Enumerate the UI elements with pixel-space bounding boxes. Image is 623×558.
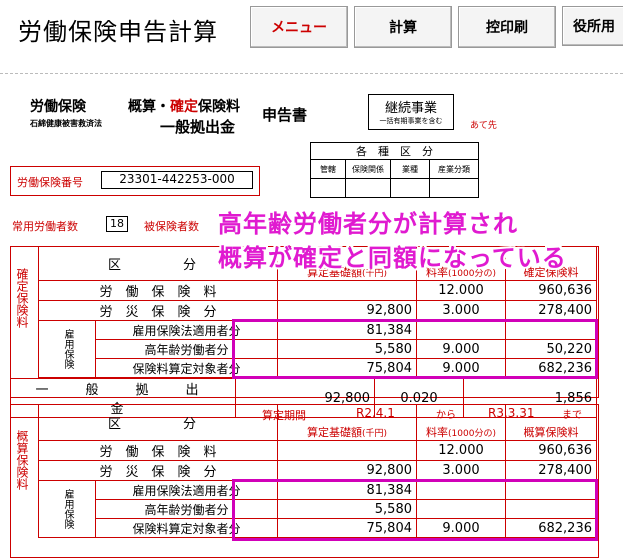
table-row: 労 働 保 険 料 12.000 960,636 bbox=[38, 280, 597, 301]
calculate-button[interactable]: 計算 bbox=[354, 6, 452, 48]
table-row: 労 災 保 険 分 92,800 3.000 278,400 bbox=[38, 460, 597, 481]
form-title-asbestos: 石綿健康被害救済法 bbox=[30, 119, 102, 128]
menu-button[interactable]: メニュー bbox=[250, 6, 348, 48]
form-title-doc: 申告書 bbox=[262, 106, 308, 124]
employees-label: 常用労働者数 bbox=[12, 220, 78, 233]
annotation-line-1: 高年齢労働者分が計算され bbox=[218, 210, 518, 238]
app-title: 労働保険申告計算 bbox=[18, 18, 218, 46]
table-row: 労 働 保 険 料 12.000 960,636 bbox=[38, 440, 597, 461]
continuous-business-box: 継続事業 一括有期事業を含む bbox=[368, 94, 454, 130]
insurance-number-field[interactable]: 23301-442253-000 bbox=[101, 171, 253, 189]
office-copy-button[interactable]: 役所用 bbox=[562, 6, 623, 46]
form-title-general: 一般拠出金 bbox=[160, 118, 236, 136]
table-row: 労 災 保 険 分 92,800 3.000 278,400 bbox=[38, 300, 597, 321]
annotation-line-2: 概算が確定と同額になっている bbox=[218, 244, 567, 272]
insurance-number-box: 労働保険番号 23301-442253-000 bbox=[10, 166, 260, 196]
gaisan-side-label: 概算保険料 bbox=[15, 430, 29, 490]
kakutei-side-label: 確定保険料 bbox=[15, 268, 29, 328]
form-title-labor: 労働保険 bbox=[30, 99, 86, 115]
gaisan-highlight bbox=[232, 479, 598, 541]
kakutei-highlight bbox=[232, 319, 598, 379]
print-copy-button[interactable]: 控印刷 bbox=[458, 6, 556, 48]
header-separator bbox=[0, 73, 623, 74]
insured-label: 被保険者数 bbox=[144, 220, 199, 233]
form-title-mid: 概算・確定保険料 bbox=[128, 99, 240, 115]
class-table: 各 種 区 分 管轄 保険関係 業種 産業分類 bbox=[310, 142, 479, 198]
addressee-label: あて先 bbox=[470, 121, 497, 131]
employees-field[interactable]: 18 bbox=[106, 216, 128, 232]
